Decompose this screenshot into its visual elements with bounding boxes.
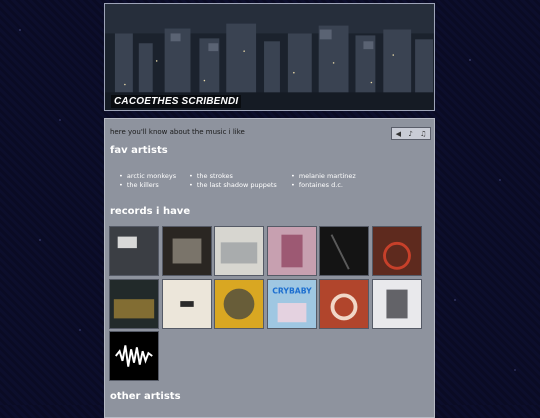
album-cover-icon-6[interactable] — [371, 226, 422, 276]
album-art — [280, 234, 303, 268]
music-notes-icon: ♫ — [420, 129, 427, 138]
list-item: the strokes — [189, 172, 291, 180]
other-artists-heading: other artists — [110, 391, 181, 402]
album-cover-icon-9[interactable] — [214, 278, 264, 329]
fav-artists-list: arctic monkeys the strokes melanie marti… — [119, 172, 429, 189]
album-art — [330, 292, 358, 320]
album-cover-icon-7[interactable] — [109, 278, 159, 329]
fav-artists-heading: fav artists — [110, 145, 168, 156]
album-cover-icon-2[interactable] — [161, 226, 212, 276]
music-panel: here you'll know about the music i like … — [104, 118, 435, 418]
album-art: CRYBABY — [272, 286, 312, 322]
list-item: the killers — [119, 181, 189, 189]
album-cover-icon-13[interactable] — [109, 331, 159, 381]
music-note-icon: ♪ — [408, 129, 413, 138]
album-cover-icon-8[interactable] — [161, 278, 212, 329]
album-text: CRYBABY — [272, 286, 312, 295]
list-item: arctic monkeys — [119, 172, 189, 180]
album-art — [382, 241, 411, 270]
album-art — [385, 289, 408, 318]
album-art — [220, 242, 258, 264]
site-header: CACOETHES SCRIBENDI — [104, 3, 435, 111]
album-art — [117, 236, 137, 249]
list-item: fontaines d.c. — [291, 181, 411, 189]
album-art — [113, 298, 155, 318]
album-cover-icon-4[interactable] — [266, 226, 317, 276]
album-art — [179, 300, 194, 307]
album-cover-icon-5[interactable] — [319, 226, 369, 276]
album-cover-icon-10[interactable]: CRYBABY — [266, 278, 317, 329]
site-title: CACOETHES SCRIBENDI — [111, 95, 242, 108]
album-art — [330, 234, 350, 270]
album-cover-icon-11[interactable] — [319, 278, 369, 329]
records-heading: records i have — [110, 206, 191, 217]
album-art — [223, 288, 255, 319]
music-badge-icon[interactable]: ◀ ♪ ♫ — [391, 127, 431, 140]
album-art — [115, 345, 153, 367]
intro-text: here you'll know about the music i like — [110, 128, 245, 136]
list-item: melanie martinez — [291, 172, 411, 180]
album-cover-icon-12[interactable] — [371, 278, 422, 329]
list-item: the last shadow puppets — [189, 181, 291, 189]
album-cover-icon-1[interactable] — [109, 226, 159, 276]
speaker-icon: ◀ — [395, 129, 402, 138]
album-art — [172, 238, 201, 264]
album-cover-icon-3[interactable] — [214, 226, 264, 276]
